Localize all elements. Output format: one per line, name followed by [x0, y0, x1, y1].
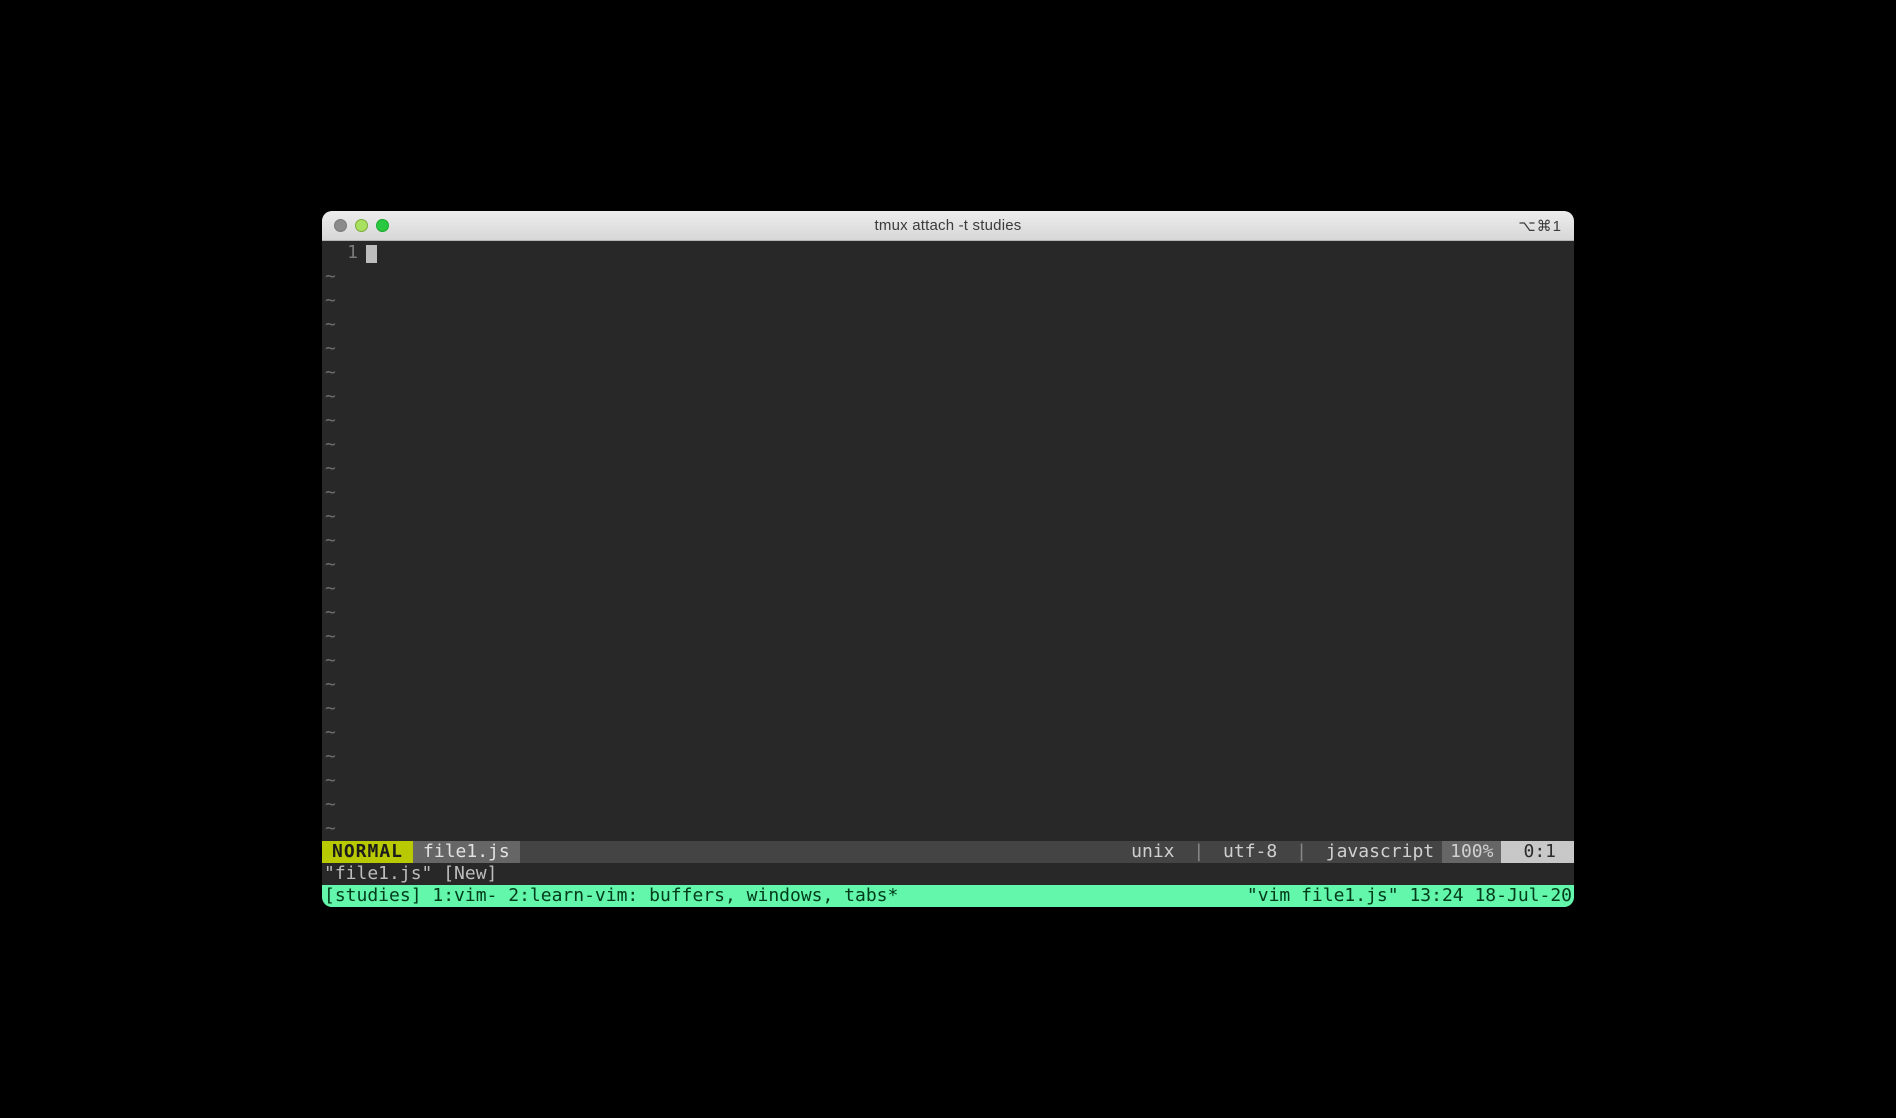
tilde-icon: ~ — [322, 577, 336, 601]
encoding: utf-8 — [1219, 841, 1281, 862]
tilde-icon: ~ — [322, 313, 336, 337]
tilde-icon: ~ — [322, 385, 336, 409]
empty-line[interactable]: ~ — [322, 361, 1574, 385]
tilde-icon: ~ — [322, 433, 336, 457]
vim-mode: NORMAL — [322, 841, 413, 863]
window-title: tmux attach -t studies — [322, 217, 1574, 234]
empty-line[interactable]: ~ — [322, 769, 1574, 793]
tilde-icon: ~ — [322, 481, 336, 505]
tilde-icon: ~ — [322, 745, 336, 769]
separator: | — [1189, 841, 1208, 862]
empty-line[interactable]: ~ — [322, 793, 1574, 817]
line-col: 0:1 — [1501, 841, 1574, 863]
tilde-icon: ~ — [322, 793, 336, 817]
separator: | — [1292, 841, 1311, 862]
empty-line[interactable]: ~ — [322, 553, 1574, 577]
empty-line[interactable]: ~ — [322, 265, 1574, 289]
tilde-icon: ~ — [322, 721, 336, 745]
vim-message: "file1.js" [New] — [322, 863, 1574, 885]
filetype: javascript — [1322, 841, 1438, 862]
tilde-icon: ~ — [322, 625, 336, 649]
empty-line[interactable]: ~ — [322, 673, 1574, 697]
empty-line[interactable]: ~ — [322, 337, 1574, 361]
tmux-right: "vim file1.js" 13:24 18-Jul-20 — [1247, 885, 1572, 907]
tilde-icon: ~ — [322, 265, 336, 289]
empty-line[interactable]: ~ — [322, 697, 1574, 721]
empty-line[interactable]: ~ — [322, 481, 1574, 505]
empty-line[interactable]: ~ — [322, 289, 1574, 313]
empty-line[interactable]: ~ — [322, 601, 1574, 625]
tilde-icon: ~ — [322, 553, 336, 577]
tilde-icon: ~ — [322, 289, 336, 313]
tilde-icon: ~ — [322, 769, 336, 793]
line-content[interactable] — [364, 241, 1574, 265]
empty-line[interactable]: ~ — [322, 721, 1574, 745]
titlebar-shortcut: ⌥⌘1 — [1518, 217, 1562, 235]
cursor — [366, 245, 377, 263]
empty-line[interactable]: ~ — [322, 385, 1574, 409]
empty-line[interactable]: ~ — [322, 745, 1574, 769]
empty-line[interactable]: ~ — [322, 409, 1574, 433]
tilde-icon: ~ — [322, 337, 336, 361]
empty-line[interactable]: ~ — [322, 457, 1574, 481]
editor-line[interactable]: 1 — [322, 241, 1574, 265]
editor-area[interactable]: 1 ~~~~~~~~~~~~~~~~~~~~~~~~ — [322, 241, 1574, 841]
tilde-icon: ~ — [322, 409, 336, 433]
statusline-filename: file1.js — [413, 841, 520, 863]
empty-line[interactable]: ~ — [322, 433, 1574, 457]
statusline-fileinfo: unix | utf-8 | javascript — [1127, 841, 1438, 863]
tilde-icon: ~ — [322, 529, 336, 553]
tilde-icon: ~ — [322, 817, 336, 841]
empty-line[interactable]: ~ — [322, 505, 1574, 529]
tilde-icon: ~ — [322, 649, 336, 673]
titlebar: tmux attach -t studies ⌥⌘1 — [322, 211, 1574, 241]
empty-line[interactable]: ~ — [322, 577, 1574, 601]
scroll-percent: 100% — [1442, 841, 1501, 863]
tilde-icon: ~ — [322, 505, 336, 529]
empty-line[interactable]: ~ — [322, 625, 1574, 649]
tilde-icon: ~ — [322, 697, 336, 721]
empty-line[interactable]: ~ — [322, 529, 1574, 553]
tilde-icon: ~ — [322, 457, 336, 481]
tilde-icon: ~ — [322, 601, 336, 625]
tilde-icon: ~ — [322, 673, 336, 697]
empty-line[interactable]: ~ — [322, 313, 1574, 337]
empty-line[interactable]: ~ — [322, 649, 1574, 673]
tilde-icon: ~ — [322, 361, 336, 385]
tmux-left[interactable]: [studies] 1:vim- 2:learn-vim: buffers, w… — [324, 885, 898, 907]
vim-statusline: NORMAL file1.js unix | utf-8 | javascrip… — [322, 841, 1574, 863]
fileformat: unix — [1127, 841, 1178, 862]
tmux-statusbar[interactable]: [studies] 1:vim- 2:learn-vim: buffers, w… — [322, 885, 1574, 907]
empty-line[interactable]: ~ — [322, 817, 1574, 841]
terminal-window: tmux attach -t studies ⌥⌘1 1 ~~~~~~~~~~~… — [322, 211, 1574, 907]
line-number: 1 — [322, 241, 364, 265]
